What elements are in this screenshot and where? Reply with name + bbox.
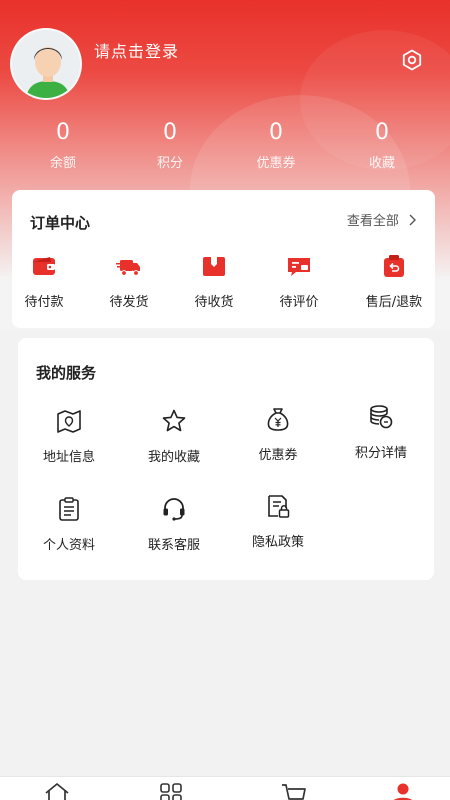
service-label: 个人资料 [42,538,95,553]
stat-label: 积分 [156,156,183,171]
order-pending-shipment[interactable]: 待发货 [94,254,164,310]
service-customer-support[interactable]: 联系客服 [129,496,219,553]
order-pending-payment[interactable]: 待付款 [9,254,79,310]
money-bag-icon [267,408,289,431]
stat-label: 余额 [49,156,76,171]
stat-balance[interactable]: 0 余额 [18,118,108,171]
order-item-label: 售后/退款 [365,295,423,310]
star-icon [162,409,186,432]
stat-value: 0 [56,120,70,145]
order-pending-review[interactable]: 待评价 [264,254,334,310]
comment-icon [288,258,310,276]
service-label: 优惠券 [258,448,298,463]
service-address[interactable]: 地址信息 [24,408,114,465]
order-center-title: 订单中心 [30,214,91,232]
stats-bar: 0 余额 0 积分 0 优惠券 0 收藏 [0,118,450,178]
bottom-tab-bar [0,776,450,800]
service-label: 隐私政策 [251,535,304,550]
map-icon [57,410,81,433]
refund-icon [384,255,404,277]
service-label: 地址信息 [42,450,95,465]
coins-icon [370,405,393,429]
order-item-label: 待发货 [109,295,149,310]
view-all-label: 查看全部 [346,214,399,229]
order-center-card: 订单中心 查看全部 待付款 待发货 待收货 待评价 售后/退款 [12,190,435,328]
stat-value: 0 [163,120,177,145]
order-item-label: 待收货 [194,295,234,310]
gear-icon[interactable] [400,48,424,72]
chevron-right-icon [409,214,416,226]
user-avatar-icon [12,30,80,98]
order-after-sales[interactable]: 售后/退款 [359,254,429,310]
category-icon[interactable] [158,781,186,800]
order-item-label: 待评价 [279,295,319,310]
clipboard-icon [59,497,79,521]
stat-value: 0 [375,120,389,145]
avatar[interactable] [10,28,82,100]
stat-label: 优惠券 [256,156,296,171]
stat-favorites[interactable]: 0 收藏 [337,118,427,171]
stat-coupons[interactable]: 0 优惠券 [231,118,321,171]
service-label: 积分详情 [354,446,407,461]
my-services-title: 我的服务 [36,364,97,382]
stat-label: 收藏 [368,156,395,171]
my-services-card: 我的服务 地址信息 我的收藏 优惠券 积分详情 个人资料 联系客服 隐私政策 [18,338,434,580]
login-link[interactable]: 请点击登录 [94,38,179,62]
stat-value: 0 [269,120,283,145]
headset-icon [163,498,185,521]
service-coupons[interactable]: 优惠券 [233,406,323,463]
wallet-icon [33,257,55,275]
service-label: 我的收藏 [147,450,200,465]
view-all-orders-link[interactable]: 查看全部 [347,210,417,229]
home-icon[interactable] [43,781,71,800]
cart-icon[interactable] [280,781,308,800]
truck-icon [116,260,140,276]
service-points-details[interactable]: 积分详情 [336,404,426,461]
service-favorites[interactable]: 我的收藏 [129,408,219,465]
privacy-doc-icon [268,495,290,518]
service-personal-info[interactable]: 个人资料 [24,496,114,553]
stat-points[interactable]: 0 积分 [125,118,215,171]
service-label: 联系客服 [147,538,200,553]
order-item-label: 待付款 [24,295,64,310]
order-pending-receipt[interactable]: 待收货 [179,254,249,310]
service-privacy-policy[interactable]: 隐私政策 [233,493,323,550]
package-icon [203,257,225,276]
user-icon[interactable] [389,781,417,800]
